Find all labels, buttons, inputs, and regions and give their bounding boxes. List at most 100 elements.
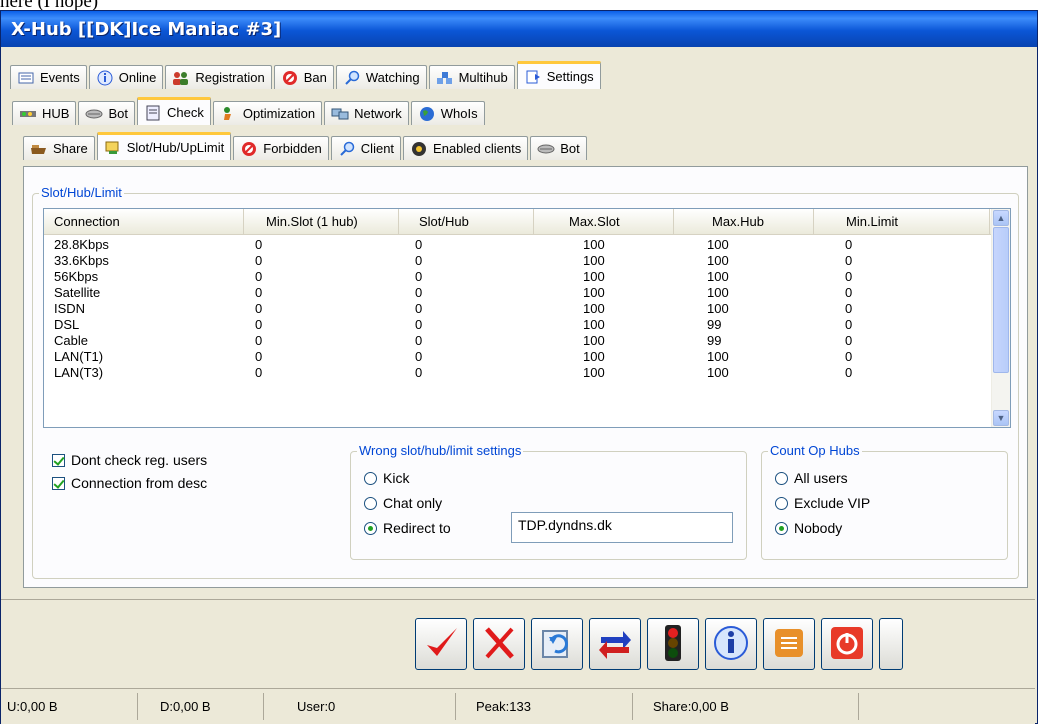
tab-slot-hub-uplimit[interactable]: Slot/Hub/UpLimit [96, 132, 232, 160]
check-tab-row: Share Slot/Hub/UpLimit Forbidden Client … [23, 132, 589, 160]
cell-min-limit: 0 [845, 285, 853, 300]
cell-slot-hub: 0 [415, 237, 423, 252]
extra-button[interactable] [879, 618, 903, 670]
dont-check-reg-users-checkbox[interactable]: Dont check reg. users [52, 452, 207, 468]
table-row[interactable]: LAN(T3) 0 0 100 100 0 [44, 365, 1004, 381]
exclude-vip-radio-button[interactable] [775, 496, 788, 510]
all-users-radio[interactable]: All users [775, 470, 848, 486]
apply-button[interactable] [415, 618, 467, 670]
scroll-up-button[interactable]: ▲ [993, 210, 1009, 226]
scroll-thumb[interactable] [993, 227, 1009, 373]
connection-from-desc-box[interactable] [52, 476, 65, 490]
tab-events[interactable]: Events [10, 65, 87, 89]
table-row[interactable]: 56Kbps 0 0 100 100 0 [44, 269, 1004, 285]
tab-whois[interactable]: WhoIs [410, 101, 485, 125]
nobody-radio[interactable]: Nobody [775, 520, 842, 536]
tab-hub[interactable]: HUB [12, 101, 77, 125]
dont-check-reg-users-box[interactable] [52, 453, 65, 467]
traffic-light-button[interactable] [647, 618, 699, 670]
tab-watching[interactable]: Watching [335, 65, 427, 89]
tab-hub-label: HUB [42, 106, 70, 121]
all-users-radio-button[interactable] [775, 471, 788, 485]
redirect-to-radio-button[interactable] [364, 521, 377, 535]
magnifier-icon [343, 70, 361, 86]
tab-bot[interactable]: Bot [78, 101, 135, 125]
cross-icon [479, 623, 519, 666]
table-row[interactable]: DSL 0 0 100 99 0 [44, 317, 1004, 333]
connection-table[interactable]: Connection Min.Slot (1 hub) Slot/Hub Max… [43, 208, 1011, 428]
cell-min-slot: 0 [255, 285, 263, 300]
tab-forbidden-label: Forbidden [263, 141, 322, 156]
table-row[interactable]: Cable 0 0 100 99 0 [44, 333, 1004, 349]
swap-button[interactable] [589, 618, 641, 670]
tab-client[interactable]: Client [330, 136, 402, 160]
table-row[interactable]: 28.8Kbps 0 0 100 100 0 [44, 237, 1004, 253]
cell-slot-hub: 0 [415, 269, 423, 284]
status-separator [632, 693, 633, 720]
exclude-vip-radio[interactable]: Exclude VIP [775, 495, 870, 511]
tab-network[interactable]: Network [324, 101, 409, 125]
chat-only-radio[interactable]: Chat only [364, 495, 442, 511]
tab-forbidden[interactable]: Forbidden [233, 136, 329, 160]
table-row[interactable]: LAN(T1) 0 0 100 100 0 [44, 349, 1004, 365]
cell-slot-hub: 0 [415, 285, 423, 300]
main-tab-row: Events Online Registration Ban Watching … [10, 61, 603, 89]
table-row[interactable]: Satellite 0 0 100 100 0 [44, 285, 1004, 301]
status-separator [137, 693, 138, 720]
tab-check-bot[interactable]: Bot [530, 136, 587, 160]
info-button[interactable] [705, 618, 757, 670]
nobody-radio-button[interactable] [775, 521, 788, 535]
cell-max-slot: 100 [583, 237, 605, 252]
chat-only-radio-button[interactable] [364, 496, 377, 510]
tab-optimization[interactable]: Optimization [212, 101, 323, 125]
scroll-down-button[interactable]: ▼ [993, 410, 1009, 426]
reload-button[interactable] [531, 618, 583, 670]
events-icon [17, 70, 35, 86]
table-row[interactable]: ISDN 0 0 100 100 0 [44, 301, 1004, 317]
tab-check-label: Check [166, 105, 204, 120]
connection-from-desc-checkbox[interactable]: Connection from desc [52, 475, 207, 491]
cell-min-limit: 0 [845, 301, 853, 316]
kick-radio-button[interactable] [364, 471, 377, 485]
cell-max-hub: 99 [707, 333, 722, 348]
cell-max-hub: 100 [707, 349, 729, 364]
client-icon [338, 141, 356, 157]
tab-settings[interactable]: Settings [516, 61, 601, 89]
nobody-label: Nobody [794, 520, 843, 536]
log-button[interactable] [763, 618, 815, 670]
tab-ban[interactable]: Ban [273, 65, 334, 89]
cancel-button[interactable] [473, 618, 525, 670]
cell-max-hub: 100 [707, 285, 729, 300]
tab-settings-label: Settings [546, 69, 594, 84]
tab-check[interactable]: Check [136, 97, 211, 125]
cell-min-slot: 0 [255, 237, 263, 252]
col-slot-hub[interactable]: Slot/Hub [399, 209, 534, 234]
col-max-slot[interactable]: Max.Slot [534, 209, 674, 234]
table-scrollbar[interactable]: ▲ ▼ [991, 209, 1010, 427]
col-max-hub[interactable]: Max.Hub [674, 209, 814, 234]
redirect-to-radio[interactable]: Redirect to [364, 520, 451, 536]
status-separator [263, 693, 264, 720]
table-row[interactable]: 33.6Kbps 0 0 100 100 0 [44, 253, 1004, 269]
status-download: D:0,00 B [160, 699, 211, 714]
cell-min-slot: 0 [255, 333, 263, 348]
cell-connection: 28.8Kbps [54, 237, 109, 252]
connection-from-desc-label: Connection from desc [71, 475, 208, 491]
power-button[interactable] [821, 618, 873, 670]
log-icon [769, 623, 809, 666]
col-min-limit[interactable]: Min.Limit [814, 209, 990, 234]
ban-icon [281, 70, 299, 86]
col-min-slot[interactable]: Min.Slot (1 hub) [244, 209, 399, 234]
kick-radio[interactable]: Kick [364, 470, 409, 486]
tab-multihub[interactable]: Multihub [428, 65, 515, 89]
status-users: User:0 [297, 699, 336, 714]
tab-online[interactable]: Online [88, 65, 164, 89]
tab-registration[interactable]: Registration [165, 65, 272, 89]
tab-enabled-clients[interactable]: Enabled clients [403, 136, 529, 160]
tab-share[interactable]: Share [23, 136, 95, 160]
col-connection[interactable]: Connection [44, 209, 244, 234]
slot-hub-limit-group: Slot/Hub/Limit Connection Min.Slot (1 hu… [32, 185, 1019, 579]
redirect-address-input[interactable]: TDP.dyndns.dk [511, 512, 733, 543]
tab-share-label: Share [53, 141, 88, 156]
status-separator [858, 693, 859, 720]
